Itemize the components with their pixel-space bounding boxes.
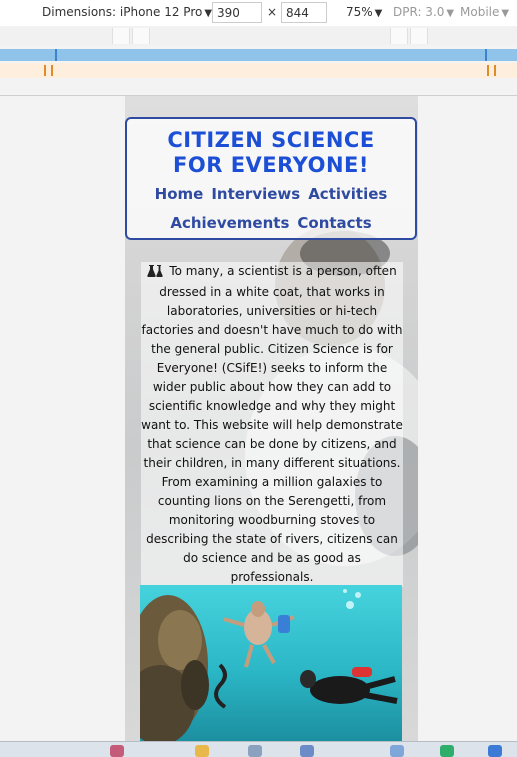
nav-interviews[interactable]: Interviews [211,185,300,203]
nav-activities[interactable]: Activities [308,185,387,203]
breakpoint-marker[interactable] [55,49,57,61]
width-input[interactable] [212,2,262,23]
flask-icon [147,264,164,283]
dimensions-dropdown[interactable]: Dimensions: iPhone 12 Pro ▼ [42,5,212,19]
breakpoint-marker[interactable] [485,49,487,61]
mode-dropdown[interactable]: Mobile ▼ [460,5,509,19]
intro-paragraph: To many, a scientist is a person, often … [141,262,403,587]
media-query-bar[interactable] [0,27,517,45]
max-width-bar[interactable] [0,63,517,78]
zoom-label: 75% [346,5,373,19]
site-header: CITIZEN SCIENCE FOR EVERYONE! Home Inter… [125,117,417,240]
media-query-segment[interactable] [112,28,130,44]
intro-text: To many, a scientist is a person, often … [141,264,403,584]
chevron-down-icon: ▼ [501,8,510,19]
min-width-bar[interactable] [0,49,517,61]
device-label: Dimensions: iPhone 12 Pro [42,5,203,19]
site-title: CITIZEN SCIENCE FOR EVERYONE! [127,128,415,178]
media-query-segment[interactable] [410,28,428,44]
site-title-line2: FOR EVERYONE! [173,153,369,177]
breakpoint-marker[interactable] [494,65,496,76]
flower-icon[interactable] [110,745,124,757]
breakpoint-marker[interactable] [51,65,53,76]
site-title-line1: CITIZEN SCIENCE [167,128,375,152]
nav-achievements[interactable]: Achievements [170,214,289,232]
folder-icon[interactable] [195,745,209,757]
page-viewport: CITIZEN SCIENCE FOR EVERYONE! Home Inter… [125,96,418,741]
device-toolbar: Dimensions: iPhone 12 Pro▼ × 75%▼ DPR: 3… [0,0,517,26]
media-query-segment[interactable] [132,28,150,44]
app-icon[interactable] [390,745,404,757]
zoom-dropdown[interactable]: 75% ▼ [346,5,382,19]
chevron-down-icon: ▼ [446,8,455,19]
breakpoint-marker[interactable] [44,65,46,76]
main-nav: Home Interviews Activities Achievements … [127,185,415,232]
chevron-down-icon: ▼ [374,8,383,19]
os-taskbar [0,741,517,757]
dpr-dropdown[interactable]: DPR: 3.0 ▼ [393,5,454,19]
app-icon[interactable] [488,745,502,757]
chevron-down-icon: ▼ [204,8,213,19]
media-query-segment[interactable] [390,28,408,44]
nav-contacts[interactable]: Contacts [297,214,371,232]
nav-home[interactable]: Home [155,185,204,203]
app-icon[interactable] [300,745,314,757]
dpr-label: DPR: 3.0 [393,5,445,19]
times-sign: × [267,5,278,19]
app-icon[interactable] [440,745,454,757]
diver-photo [140,585,402,741]
height-input[interactable] [281,2,327,23]
mode-label: Mobile [460,5,500,19]
breakpoint-marker[interactable] [487,65,489,76]
app-icon[interactable] [248,745,262,757]
